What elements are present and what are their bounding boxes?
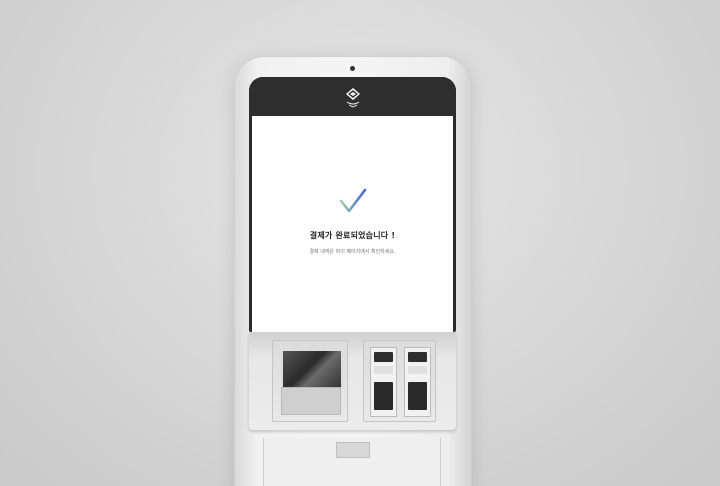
kiosk-screen-bezel: 결제가 완료되었습니다 ! 결제 내역은 마이 페이지에서 확인하세요. bbox=[249, 77, 456, 332]
printer-panel bbox=[374, 382, 393, 410]
card-slot[interactable] bbox=[281, 387, 341, 449]
card-reader-module bbox=[272, 340, 348, 449]
kiosk-lower-panel bbox=[249, 332, 456, 449]
checkmark-icon bbox=[339, 188, 367, 213]
receipt-printer[interactable] bbox=[370, 347, 397, 417]
camera-icon bbox=[350, 66, 355, 71]
printer-display bbox=[374, 352, 393, 362]
nfc-display bbox=[408, 352, 427, 362]
payment-complete-title: 결제가 완료되었습니다 ! bbox=[309, 231, 396, 240]
kiosk-base bbox=[263, 438, 441, 486]
payment-complete-screen: 결제가 완료되었습니다 ! 결제 내역은 마이 페이지에서 확인하세요. bbox=[252, 116, 453, 332]
vent bbox=[336, 442, 370, 458]
nfc-slot bbox=[408, 366, 427, 374]
screen-header bbox=[249, 77, 456, 117]
payment-terminal-module bbox=[363, 340, 436, 422]
brand-logo-icon bbox=[346, 88, 360, 108]
nfc-panel bbox=[408, 382, 427, 410]
payment-complete-subtitle: 결제 내역은 마이 페이지에서 확인하세요. bbox=[309, 249, 396, 255]
printer-slot bbox=[374, 366, 393, 374]
nfc-reader[interactable] bbox=[404, 347, 431, 417]
card-reader[interactable] bbox=[281, 349, 343, 389]
